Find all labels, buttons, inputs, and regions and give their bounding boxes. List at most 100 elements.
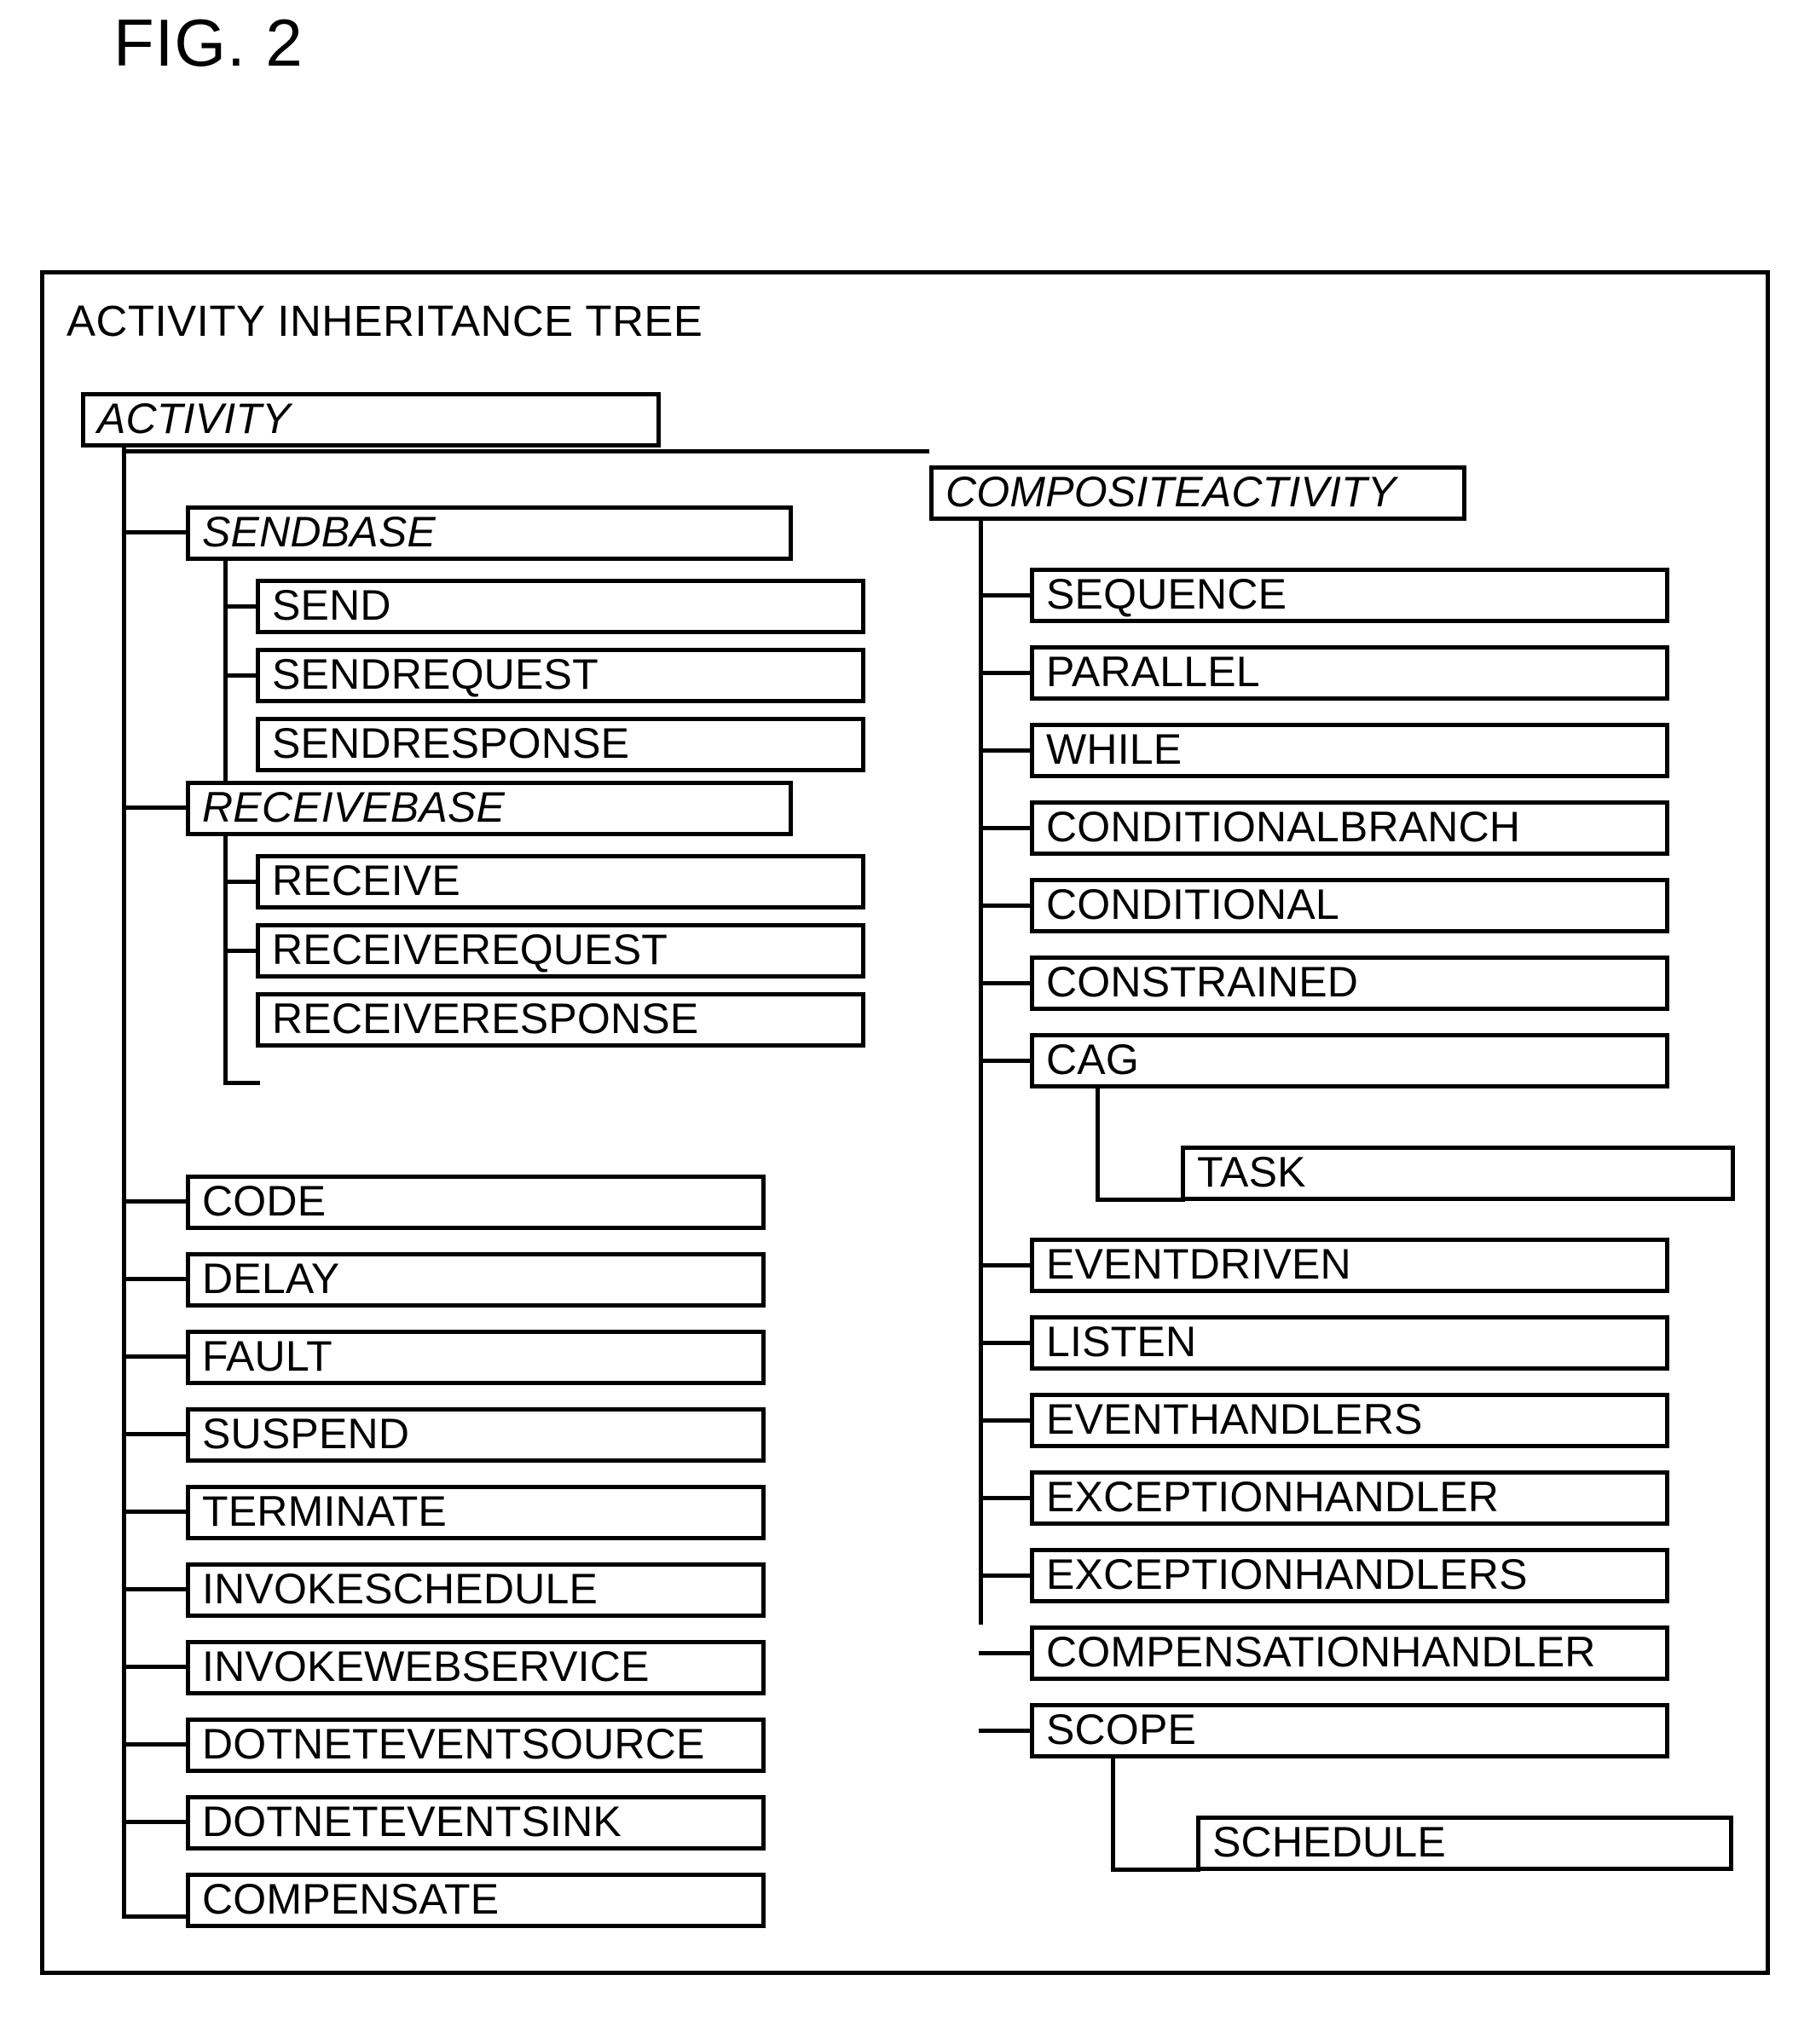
connector-to-invokeschedule <box>122 1587 190 1591</box>
node-compensate-label: COMPENSATE <box>202 1874 500 1923</box>
node-compensationhandler[interactable]: COMPENSATIONHANDLER <box>1030 1625 1669 1681</box>
connector-cag-trunk <box>1096 1088 1100 1202</box>
node-constrained-label: CONSTRAINED <box>1046 957 1359 1006</box>
node-receiverequest[interactable]: RECEIVEREQUEST <box>256 923 865 979</box>
node-eventdriven[interactable]: EVENTDRIVEN <box>1030 1238 1669 1293</box>
node-invokewebservice-label: INVOKEWEBSERVICE <box>202 1642 650 1690</box>
node-fault-label: FAULT <box>202 1331 333 1380</box>
node-send[interactable]: SEND <box>256 579 865 634</box>
node-activity-label: ACTIVITY <box>97 394 291 442</box>
connector-to-send <box>223 604 260 609</box>
node-sendresponse-label: SENDRESPONSE <box>272 719 630 767</box>
diagram-title: ACTIVITY INHERITANCE TREE <box>67 297 703 345</box>
node-delay-label: DELAY <box>202 1254 340 1302</box>
figure-page: FIG. 2 ACTIVITY INHERITANCE TREE ACTIVIT… <box>0 0 1810 2044</box>
connector-receivebase-trunk <box>223 836 228 1085</box>
connector-to-receiverequest <box>223 949 260 953</box>
node-sequence[interactable]: SEQUENCE <box>1030 568 1669 623</box>
node-suspend-label: SUSPEND <box>202 1409 410 1458</box>
node-while[interactable]: WHILE <box>1030 723 1669 778</box>
connector-to-scope <box>979 1729 1034 1733</box>
node-while-label: WHILE <box>1046 725 1183 773</box>
node-listen[interactable]: LISTEN <box>1030 1315 1669 1371</box>
connector-to-sendbase <box>122 530 190 534</box>
node-receiveresponse[interactable]: RECEIVERESPONSE <box>256 992 865 1048</box>
node-delay[interactable]: DELAY <box>186 1252 766 1308</box>
node-conditional[interactable]: CONDITIONAL <box>1030 878 1669 933</box>
node-dotneteventsource-label: DOTNETEVENTSOURCE <box>202 1719 705 1768</box>
connector-scope-trunk <box>1111 1758 1115 1872</box>
node-eventhandlers-label: EVENTHANDLERS <box>1046 1394 1423 1443</box>
node-code[interactable]: CODE <box>186 1175 766 1230</box>
node-scope[interactable]: SCOPE <box>1030 1703 1669 1758</box>
connector-activity-to-compositeactivity <box>122 449 929 453</box>
connector-to-conditionalbranch <box>979 826 1034 830</box>
node-exceptionhandler[interactable]: EXCEPTIONHANDLER <box>1030 1470 1669 1526</box>
node-compensationhandler-label: COMPENSATIONHANDLER <box>1046 1627 1596 1676</box>
connector-to-receiveresponse <box>223 1081 260 1085</box>
connector-to-dotneteventsink <box>122 1820 190 1824</box>
node-dotneteventsource[interactable]: DOTNETEVENTSOURCE <box>186 1718 766 1773</box>
connector-to-while <box>979 748 1034 753</box>
node-parallel[interactable]: PARALLEL <box>1030 645 1669 701</box>
node-compensate[interactable]: COMPENSATE <box>186 1873 766 1928</box>
node-suspend[interactable]: SUSPEND <box>186 1407 766 1463</box>
node-sendbase-label: SENDBASE <box>202 507 436 556</box>
node-conditionalbranch-label: CONDITIONALBRANCH <box>1046 802 1521 851</box>
node-sendrequest-label: SENDREQUEST <box>272 650 599 698</box>
node-sendrequest[interactable]: SENDREQUEST <box>256 648 865 703</box>
node-cag[interactable]: CAG <box>1030 1033 1669 1088</box>
connector-to-receivebase <box>122 805 190 810</box>
node-receive[interactable]: RECEIVE <box>256 854 865 909</box>
node-task[interactable]: TASK <box>1181 1146 1735 1201</box>
node-terminate-label: TERMINATE <box>202 1487 447 1535</box>
connector-to-receive <box>223 880 260 884</box>
node-fault[interactable]: FAULT <box>186 1330 766 1385</box>
node-scope-label: SCOPE <box>1046 1705 1197 1753</box>
connector-to-exceptionhandler <box>979 1496 1034 1500</box>
node-code-label: CODE <box>202 1176 327 1225</box>
node-conditionalbranch[interactable]: CONDITIONALBRANCH <box>1030 800 1669 856</box>
connector-to-exceptionhandlers <box>979 1573 1034 1578</box>
connector-sendbase-trunk <box>223 561 228 810</box>
connector-to-eventdriven <box>979 1263 1034 1267</box>
connector-to-code <box>122 1199 190 1204</box>
node-receiverequest-label: RECEIVEREQUEST <box>272 925 668 973</box>
node-send-label: SEND <box>272 580 391 629</box>
connector-to-sendrequest <box>223 673 260 678</box>
node-conditional-label: CONDITIONAL <box>1046 880 1339 928</box>
figure-number-title: FIG. 2 <box>113 5 304 80</box>
connector-to-suspend <box>122 1432 190 1436</box>
connector-compositeactivity-trunk <box>979 521 983 1625</box>
node-sendbase[interactable]: SENDBASE <box>186 505 793 561</box>
node-exceptionhandlers-label: EXCEPTIONHANDLERS <box>1046 1550 1528 1598</box>
connector-to-eventhandlers <box>979 1418 1034 1423</box>
connector-to-task <box>1096 1198 1185 1202</box>
node-parallel-label: PARALLEL <box>1046 647 1260 696</box>
node-invokeschedule[interactable]: INVOKESCHEDULE <box>186 1562 766 1618</box>
connector-to-cag <box>979 1059 1034 1063</box>
node-invokewebservice[interactable]: INVOKEWEBSERVICE <box>186 1640 766 1695</box>
node-eventhandlers[interactable]: EVENTHANDLERS <box>1030 1393 1669 1448</box>
node-activity[interactable]: ACTIVITY <box>81 392 661 447</box>
connector-to-compensationhandler <box>979 1651 1034 1655</box>
node-constrained[interactable]: CONSTRAINED <box>1030 956 1669 1011</box>
node-receiveresponse-label: RECEIVERESPONSE <box>272 994 699 1042</box>
connector-to-terminate <box>122 1510 190 1514</box>
connector-to-compensate <box>122 1914 190 1919</box>
node-eventdriven-label: EVENTDRIVEN <box>1046 1239 1351 1288</box>
node-task-label: TASK <box>1197 1147 1306 1196</box>
connector-to-constrained <box>979 981 1034 985</box>
node-receivebase[interactable]: RECEIVEBASE <box>186 781 793 836</box>
node-schedule[interactable]: SCHEDULE <box>1196 1816 1733 1871</box>
connector-activity-trunk <box>122 447 126 1919</box>
connector-to-parallel <box>979 671 1034 675</box>
node-sendresponse[interactable]: SENDRESPONSE <box>256 717 865 772</box>
connector-to-schedule <box>1111 1868 1200 1872</box>
node-dotneteventsink[interactable]: DOTNETEVENTSINK <box>186 1795 766 1851</box>
node-schedule-label: SCHEDULE <box>1212 1817 1446 1866</box>
node-terminate[interactable]: TERMINATE <box>186 1485 766 1540</box>
node-dotneteventsink-label: DOTNETEVENTSINK <box>202 1797 622 1845</box>
node-compositeactivity[interactable]: COMPOSITEACTIVITY <box>929 465 1466 521</box>
node-exceptionhandlers[interactable]: EXCEPTIONHANDLERS <box>1030 1548 1669 1603</box>
